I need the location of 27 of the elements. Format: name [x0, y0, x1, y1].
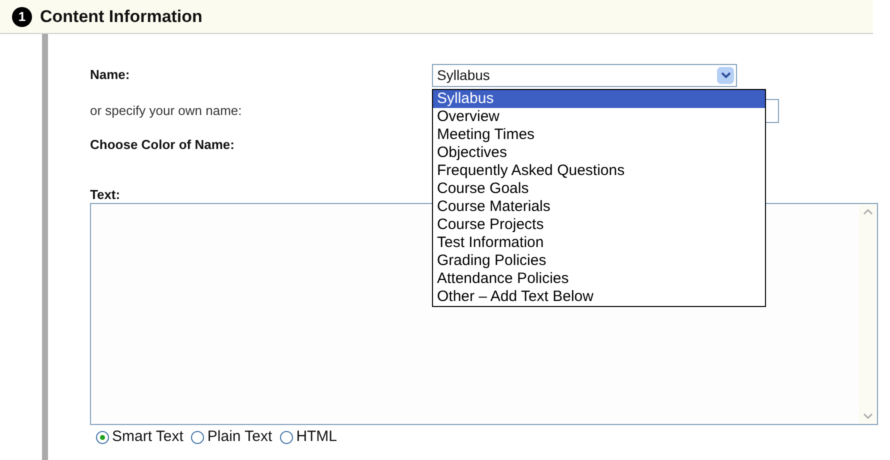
dropdown-option[interactable]: Overview [433, 108, 765, 126]
dropdown-option[interactable]: Course Projects [433, 216, 765, 234]
color-label: Choose Color of Name: [90, 136, 234, 154]
dropdown-option[interactable]: Objectives [433, 144, 765, 162]
dropdown-option[interactable]: Frequently Asked Questions [433, 162, 765, 180]
radio-label[interactable]: HTML [296, 426, 338, 448]
step-number: 1 [12, 6, 32, 26]
dropdown-option[interactable]: Course Materials [433, 198, 765, 216]
dropdown-option[interactable]: Syllabus [433, 90, 765, 108]
dropdown-option[interactable]: Meeting Times [433, 126, 765, 144]
text-label: Text: [90, 186, 120, 204]
radio-button[interactable] [96, 430, 109, 444]
radio-button[interactable] [280, 430, 294, 444]
name-label: Name: [90, 66, 131, 84]
dropdown-option[interactable]: Grading Policies [433, 252, 765, 270]
dropdown-option[interactable]: Other – Add Text Below [433, 288, 765, 306]
name-select[interactable]: Syllabus [432, 64, 737, 86]
dropdown-option[interactable]: Attendance Policies [433, 270, 765, 288]
scrollbar[interactable] [859, 204, 877, 424]
radio-label[interactable]: Smart Text [112, 426, 184, 448]
radio-label[interactable]: Plain Text [207, 426, 272, 448]
dropdown-option[interactable]: Course Goals [433, 180, 765, 198]
section-title: Content Information [40, 6, 202, 28]
own-name-label: or specify your own name: [90, 102, 243, 120]
chevron-down-icon [717, 66, 734, 84]
radio-button[interactable] [191, 430, 204, 444]
dropdown-option[interactable]: Test Information [433, 234, 765, 252]
